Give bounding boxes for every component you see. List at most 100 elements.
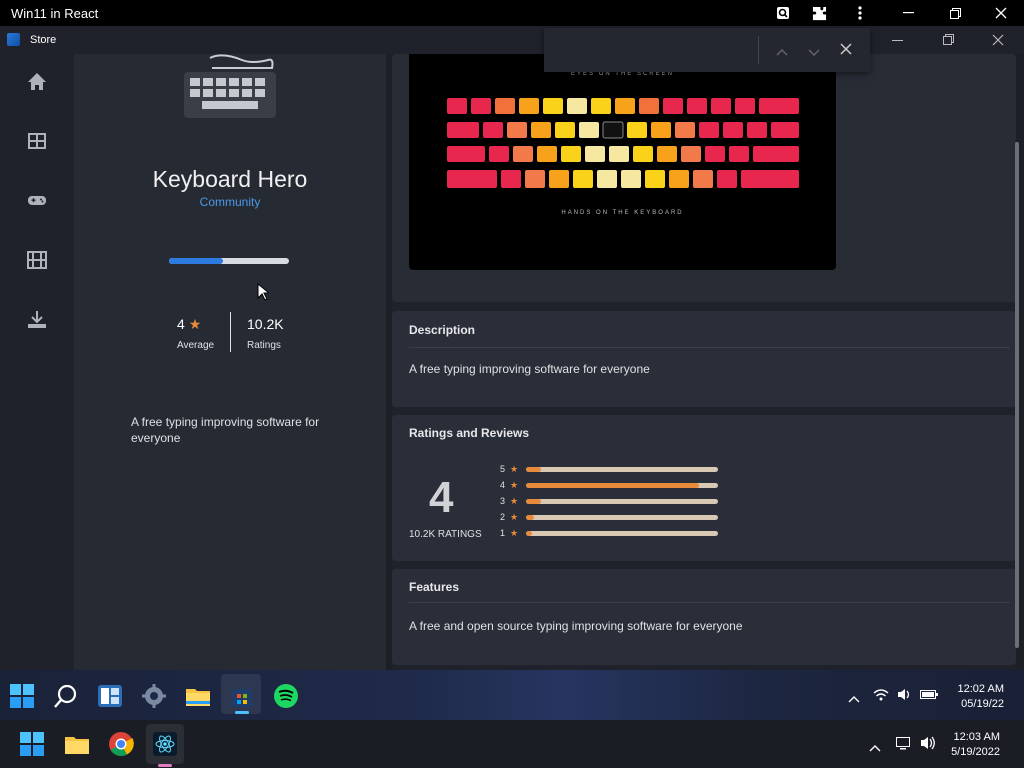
host-tray-expand-icon[interactable] [869,739,881,757]
host-file-explorer-icon[interactable] [64,731,90,757]
rating-row-4: 4 ★ [500,480,730,492]
movies-icon[interactable] [25,248,49,272]
store-title-bar: Store [0,26,1024,54]
apps-grid-icon[interactable] [25,129,49,153]
app-short-description: A free typing improving software for eve… [131,415,320,445]
rating-row-3: 3 ★ [500,496,730,508]
react-app-icon[interactable] [152,731,178,757]
store-taskbar-icon[interactable] [229,683,255,709]
chrome-icon[interactable] [108,731,134,757]
host-active-indicator [158,764,172,767]
star-icon: ★ [510,528,519,538]
more-menu-icon[interactable] [840,0,880,26]
rating-divider [230,312,231,352]
rating-bar-track [526,483,718,488]
rating-row-stars: 2 [500,512,506,522]
downloads-icon[interactable] [25,308,49,332]
file-explorer-icon[interactable] [185,683,211,709]
inner-clock-time: 12:02 AM [957,683,1004,695]
star-icon: ★ [510,496,519,506]
install-progress-bar [169,258,289,264]
big-rating-value: 4 [429,473,454,522]
rating-row-stars: 4 [500,480,506,490]
app-title: Keyboard Hero [152,166,308,192]
rating-row-1: 1 ★ [500,528,730,540]
keyboard-app-icon [182,54,278,125]
description-title: Description [409,323,476,337]
features-title: Features [409,580,460,594]
store-minimize-icon[interactable] [892,33,904,51]
battery-icon[interactable] [920,687,938,705]
store-sidebar [0,54,74,670]
find-next-icon[interactable] [808,44,820,62]
restore-icon[interactable] [935,0,975,26]
star-icon: ★ [510,480,519,490]
gamepad-icon[interactable] [25,188,49,212]
mouse-cursor-icon [257,282,271,306]
wifi-icon[interactable] [873,688,889,706]
host-network-icon[interactable] [895,736,912,755]
find-close-icon[interactable] [840,42,852,60]
description-card: Description A free typing improving soft… [392,311,1016,407]
outer-taskbar: 12:03 AM 5/19/2022 [0,720,1024,768]
store-maximize-icon[interactable] [943,33,955,51]
content-scrollbar[interactable] [1015,142,1019,648]
host-windows-start-icon[interactable] [19,731,45,757]
features-card: Features A free and open source typing i… [392,569,1016,665]
ratings-count-label: 10.2K RATINGS [409,529,482,540]
store-window-title: Store [30,34,57,46]
rating-bar-track [526,499,718,504]
outer-title-bar: Win11 in React [0,0,1024,26]
app-details-content: EYES ON THE SCREEN HANDS ON THE KEYBOARD… [392,54,1016,670]
rating-label: Average [177,340,215,351]
minimize-icon[interactable] [888,0,928,26]
rating-bar-fill [526,499,542,504]
rating-value: 4 [177,316,185,332]
app-info-panel: Keyboard Hero Community 4 ★ Average 10.2… [74,54,386,670]
tray-expand-icon[interactable] [848,690,860,708]
store-active-indicator [235,711,249,714]
app-screenshot[interactable]: EYES ON THE SCREEN HANDS ON THE KEYBOARD [409,54,836,270]
install-progress-fill [169,258,223,264]
ratings-count: 10.2K [247,316,284,332]
inner-taskbar: 12:02 AM 05/19/22 [0,670,1024,720]
star-icon: ★ [188,316,202,332]
extension-icon[interactable] [799,0,839,26]
ratings-reviews-card: Ratings and Reviews 4 10.2K RATINGS 5 ★ 4 ★… [392,415,1016,561]
volume-icon[interactable] [897,688,913,706]
home-icon[interactable] [25,70,49,94]
search-icon[interactable] [53,683,79,709]
host-clock-time: 12:03 AM [953,731,1000,743]
spotify-icon[interactable] [273,683,299,709]
widgets-icon[interactable] [97,683,123,709]
rating-row-stars: 1 [500,528,506,538]
star-icon: ★ [510,464,519,474]
search-icon[interactable] [763,0,803,26]
close-icon[interactable] [981,0,1021,26]
windows-start-icon[interactable] [9,683,35,709]
inner-clock-date: 05/19/22 [961,698,1004,710]
find-in-page-popup [544,28,870,72]
rating-bar-track [526,467,718,472]
rating-row-2: 2 ★ [500,512,730,524]
rating-distribution: 5 ★ 4 ★ 3 ★ 2 ★ 1 ★ [500,464,730,544]
rating-bar-fill [526,531,532,536]
features-divider [409,602,1010,603]
rating-bar-fill [526,467,542,472]
keyboard-illustration [447,98,799,188]
store-close-icon[interactable] [992,33,1004,51]
rating-row-5: 5 ★ [500,464,730,476]
outer-window-title: Win11 in React [11,6,99,21]
features-text: A free and open source typing improving … [409,619,743,633]
app-category-link[interactable]: Community [74,195,386,209]
settings-gear-icon[interactable] [141,683,167,709]
rating-row-stars: 5 [500,464,506,474]
host-volume-icon[interactable] [920,736,937,755]
screenshot-bottom-caption: HANDS ON THE KEYBOARD [561,210,684,216]
find-previous-icon[interactable] [776,43,788,61]
description-text: A free typing improving software for eve… [409,362,650,376]
ratings-reviews-title: Ratings and Reviews [409,426,530,440]
description-divider [409,347,1010,348]
screenshot-card: EYES ON THE SCREEN HANDS ON THE KEYBOARD [392,54,1016,302]
store-logo-icon [7,33,20,46]
